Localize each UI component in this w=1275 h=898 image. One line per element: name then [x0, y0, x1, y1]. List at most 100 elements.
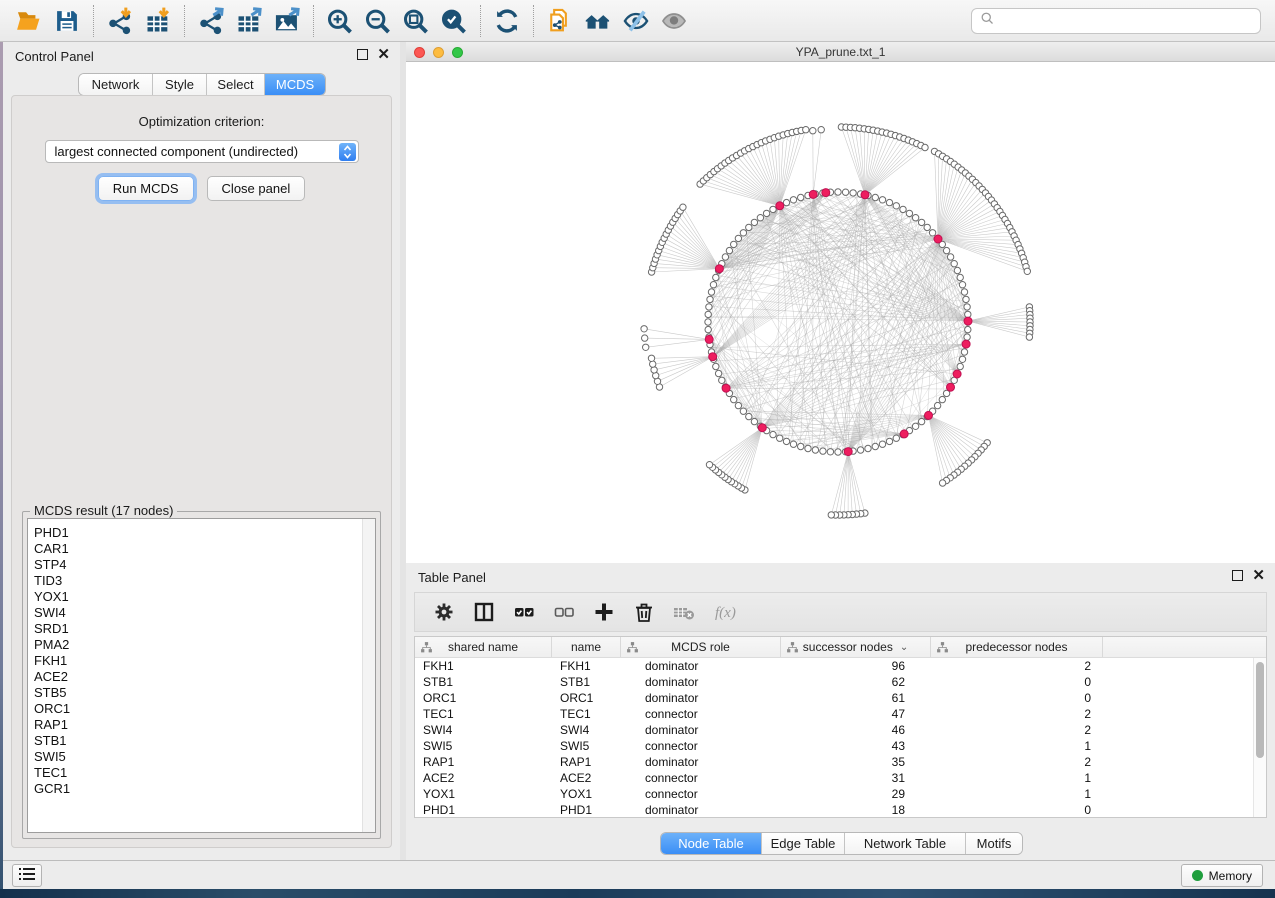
- table-cell[interactable]: 2: [931, 722, 1103, 738]
- table-cell[interactable]: 2: [931, 706, 1103, 722]
- table-cell[interactable]: SWI4: [552, 722, 621, 738]
- new-network-from-selection-button[interactable]: [541, 3, 579, 39]
- column-header-shared-name[interactable]: shared name: [415, 637, 552, 657]
- save-session-button[interactable]: [48, 3, 86, 39]
- import-table-button[interactable]: [139, 3, 177, 39]
- mcds-result-item[interactable]: FKH1: [28, 653, 375, 669]
- table-cell[interactable]: STB1: [552, 674, 621, 690]
- add-column-button[interactable]: [587, 596, 621, 628]
- float-table-panel-icon[interactable]: [1232, 570, 1243, 581]
- table-cell[interactable]: PHD1: [552, 802, 621, 818]
- table-cell[interactable]: connector: [621, 738, 781, 754]
- table-cell[interactable]: SWI4: [415, 722, 552, 738]
- columns-button[interactable]: [467, 596, 501, 628]
- table-cell[interactable]: TEC1: [552, 706, 621, 722]
- table-cell[interactable]: TEC1: [415, 706, 552, 722]
- table-row[interactable]: FKH1FKH1dominator962: [415, 658, 1266, 674]
- mcds-result-item[interactable]: PHD1: [28, 525, 375, 541]
- function-builder-button[interactable]: f(x): [707, 596, 741, 628]
- open-file-button[interactable]: [10, 3, 48, 39]
- deselect-all-button[interactable]: [547, 596, 581, 628]
- table-cell[interactable]: 1: [931, 786, 1103, 802]
- table-cell[interactable]: 1: [931, 770, 1103, 786]
- table-cell[interactable]: ORC1: [415, 690, 552, 706]
- table-cell[interactable]: 96: [781, 658, 931, 674]
- table-cell[interactable]: dominator: [621, 722, 781, 738]
- mcds-list-scrollbar[interactable]: [362, 519, 375, 832]
- table-scrollbar[interactable]: [1253, 658, 1266, 817]
- table-cell[interactable]: 61: [781, 690, 931, 706]
- search-input[interactable]: [995, 14, 1252, 28]
- mcds-result-item[interactable]: CAR1: [28, 541, 375, 557]
- column-header-MCDS-role[interactable]: MCDS role: [621, 637, 781, 657]
- table-cell[interactable]: FKH1: [415, 658, 552, 674]
- table-cell[interactable]: ORC1: [552, 690, 621, 706]
- table-row[interactable]: ACE2ACE2connector311: [415, 770, 1266, 786]
- mcds-result-item[interactable]: TID3: [28, 573, 375, 589]
- table-scrollbar-thumb[interactable]: [1256, 662, 1264, 758]
- mcds-result-item[interactable]: ORC1: [28, 701, 375, 717]
- window-close-icon[interactable]: [414, 47, 425, 58]
- table-cell[interactable]: connector: [621, 770, 781, 786]
- table-cell[interactable]: FKH1: [552, 658, 621, 674]
- zoom-selected-button[interactable]: [435, 3, 473, 39]
- criterion-dropdown[interactable]: largest connected component (undirected): [45, 140, 359, 163]
- mcds-result-item[interactable]: STB5: [28, 685, 375, 701]
- table-cell[interactable]: 62: [781, 674, 931, 690]
- table-cell[interactable]: 0: [931, 690, 1103, 706]
- table-cell[interactable]: dominator: [621, 690, 781, 706]
- tab-mcds[interactable]: MCDS: [265, 74, 325, 95]
- hide-selected-button[interactable]: [617, 3, 655, 39]
- table-cell[interactable]: RAP1: [552, 754, 621, 770]
- table-cell[interactable]: 43: [781, 738, 931, 754]
- table-cell[interactable]: YOX1: [552, 786, 621, 802]
- mcds-result-item[interactable]: PMA2: [28, 637, 375, 653]
- table-cell[interactable]: 29: [781, 786, 931, 802]
- mcds-result-item[interactable]: STB1: [28, 733, 375, 749]
- task-history-button[interactable]: [12, 864, 42, 887]
- export-network-button[interactable]: [192, 3, 230, 39]
- zoom-fit-button[interactable]: [397, 3, 435, 39]
- table-row[interactable]: RAP1RAP1dominator352: [415, 754, 1266, 770]
- tab-select[interactable]: Select: [207, 74, 265, 95]
- tab-edge-table[interactable]: Edge Table: [762, 833, 845, 854]
- table-cell[interactable]: 1: [931, 738, 1103, 754]
- mcds-result-item[interactable]: STP4: [28, 557, 375, 573]
- float-panel-icon[interactable]: [357, 49, 368, 60]
- table-cell[interactable]: 46: [781, 722, 931, 738]
- zoom-out-button[interactable]: [359, 3, 397, 39]
- table-cell[interactable]: 0: [931, 674, 1103, 690]
- tab-motifs[interactable]: Motifs: [966, 833, 1022, 854]
- column-header-predecessor-nodes[interactable]: predecessor nodes: [931, 637, 1103, 657]
- table-cell[interactable]: 35: [781, 754, 931, 770]
- import-network-button[interactable]: [101, 3, 139, 39]
- tab-network-table[interactable]: Network Table: [845, 833, 966, 854]
- column-header-successor-nodes[interactable]: successor nodes⌄: [781, 637, 931, 657]
- table-cell[interactable]: ACE2: [552, 770, 621, 786]
- mcds-result-item[interactable]: SRD1: [28, 621, 375, 637]
- mcds-result-item[interactable]: RAP1: [28, 717, 375, 733]
- window-minimize-icon[interactable]: [433, 47, 444, 58]
- table-cell[interactable]: dominator: [621, 658, 781, 674]
- table-cell[interactable]: dominator: [621, 674, 781, 690]
- first-neighbors-button[interactable]: [579, 3, 617, 39]
- delete-column-button[interactable]: [627, 596, 661, 628]
- mcds-result-item[interactable]: YOX1: [28, 589, 375, 605]
- run-mcds-button[interactable]: Run MCDS: [98, 176, 194, 201]
- table-cell[interactable]: RAP1: [415, 754, 552, 770]
- table-cell[interactable]: ACE2: [415, 770, 552, 786]
- table-row[interactable]: YOX1YOX1connector291: [415, 786, 1266, 802]
- delete-table-button[interactable]: [667, 596, 701, 628]
- network-window-titlebar[interactable]: YPA_prune.txt_1: [406, 42, 1275, 62]
- mcds-result-item[interactable]: GCR1: [28, 781, 375, 797]
- table-row[interactable]: PHD1PHD1dominator180: [415, 802, 1266, 818]
- table-cell[interactable]: SWI5: [552, 738, 621, 754]
- close-table-panel-icon[interactable]: ✕: [1252, 570, 1265, 581]
- tab-style[interactable]: Style: [153, 74, 207, 95]
- table-cell[interactable]: connector: [621, 706, 781, 722]
- network-canvas[interactable]: [406, 62, 1275, 563]
- table-cell[interactable]: 31: [781, 770, 931, 786]
- mcds-result-item[interactable]: SWI5: [28, 749, 375, 765]
- table-row[interactable]: STB1STB1dominator620: [415, 674, 1266, 690]
- close-panel-icon[interactable]: ✕: [377, 49, 390, 60]
